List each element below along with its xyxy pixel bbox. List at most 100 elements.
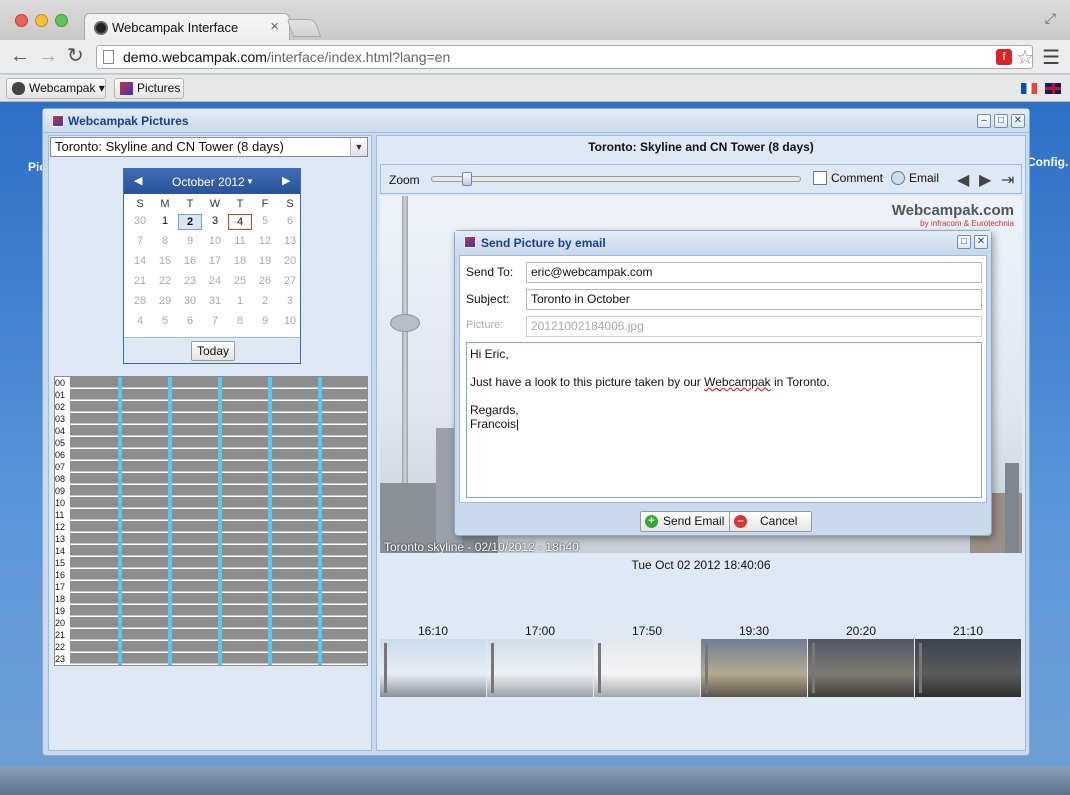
calendar-day[interactable]: 9 [253, 314, 277, 330]
close-icon[interactable]: ✕ [974, 235, 988, 249]
address-bar[interactable]: demo.webcampak.com/interface/index.html?… [96, 45, 1033, 69]
month-dropdown-icon[interactable]: ▼ [246, 177, 254, 186]
calendar-day[interactable]: 18 [228, 254, 252, 270]
source-select[interactable]: Toronto: Skyline and CN Tower (8 days) ▼ [50, 137, 368, 157]
calendar-day[interactable]: 24 [203, 274, 227, 290]
calendar-day[interactable]: 29 [153, 294, 177, 310]
maximize-icon[interactable]: □ [994, 114, 1008, 128]
calendar-day[interactable]: 12 [253, 234, 277, 250]
send-to-input[interactable]: eric@webcampak.com [526, 262, 982, 283]
calendar-day[interactable]: 9 [178, 234, 202, 250]
calendar-day[interactable]: 28 [128, 294, 152, 310]
chevron-down-icon[interactable]: ▼ [350, 138, 367, 156]
close-window-icon[interactable] [15, 14, 28, 27]
calendar-day[interactable]: 10 [278, 314, 302, 330]
today-button[interactable]: Today [191, 341, 235, 361]
bookmark-webcampak[interactable]: Webcampak ▾ [6, 78, 106, 99]
subject-input[interactable]: Toronto in October [526, 289, 982, 310]
minimize-window-icon[interactable] [35, 14, 48, 27]
bookmark-pictures[interactable]: Pictures [114, 78, 184, 99]
calendar-day[interactable]: 30 [128, 214, 152, 230]
thumbnail-tower-shape [384, 643, 387, 693]
thumbnail-image[interactable] [380, 639, 486, 697]
thumbnail-image[interactable] [487, 639, 593, 697]
thumbnail-image[interactable] [915, 639, 1021, 697]
calendar-day[interactable]: 6 [178, 314, 202, 330]
previous-picture-icon[interactable]: ◀ [957, 170, 969, 190]
thumbnail-image[interactable] [701, 639, 807, 697]
menu-icon[interactable]: ☰ [1042, 45, 1060, 70]
thumbnail-image[interactable] [594, 639, 700, 697]
maximize-icon[interactable]: □ [957, 235, 971, 249]
calendar-day[interactable]: 4 [128, 314, 152, 330]
calendar-day[interactable]: 8 [228, 314, 252, 330]
message-textarea[interactable]: Hi Eric, Just have a look to this pictur… [466, 342, 982, 498]
calendar-day[interactable]: 13 [278, 234, 302, 250]
calendar-day[interactable]: 1 [153, 214, 177, 230]
calendar-day[interactable]: 3 [203, 214, 227, 230]
next-picture-icon[interactable]: ▶ [979, 170, 991, 190]
hour-label: 23 [55, 653, 69, 665]
fullscreen-icon[interactable]: ⤢ [1045, 10, 1056, 27]
calendar-day[interactable]: 19 [253, 254, 277, 270]
flash-icon[interactable]: f [996, 49, 1012, 65]
calendar-day[interactable]: 27 [278, 274, 302, 290]
calendar-day[interactable]: 10 [203, 234, 227, 250]
calendar-day[interactable]: 22 [153, 274, 177, 290]
calendar-day[interactable]: 7 [203, 314, 227, 330]
tab-close-icon[interactable]: × [270, 18, 279, 35]
english-flag-icon[interactable] [1045, 83, 1061, 94]
forward-arrow-icon[interactable]: → [38, 44, 58, 68]
calendar-day[interactable]: 8 [153, 234, 177, 250]
previous-month-icon[interactable]: ◀ [134, 174, 142, 187]
calendar-day[interactable]: 17 [203, 254, 227, 270]
new-tab-button[interactable] [286, 19, 322, 37]
reload-icon[interactable]: ↻ [67, 44, 84, 68]
bookmark-star-icon[interactable]: ☆ [1016, 45, 1034, 70]
calendar-day[interactable]: 26 [253, 274, 277, 290]
french-flag-icon[interactable] [1021, 83, 1037, 94]
comment-button[interactable]: Comment [813, 171, 883, 185]
weekday-header: M [160, 198, 170, 210]
calendar-day[interactable]: 23 [178, 274, 202, 290]
calendar-day[interactable]: 7 [128, 234, 152, 250]
calendar-day[interactable]: 20 [278, 254, 302, 270]
calendar-day[interactable]: 2 [253, 294, 277, 310]
calendar-day[interactable]: 6 [278, 214, 302, 230]
webcam-icon [12, 82, 25, 95]
window-titlebar[interactable]: Webcampak Pictures – □ ✕ [43, 109, 1029, 133]
last-picture-icon[interactable]: ⇥ [1001, 170, 1014, 190]
zoom-label: Zoom [389, 173, 420, 187]
calendar-day[interactable]: 21 [128, 274, 152, 290]
calendar-day[interactable]: 5 [153, 314, 177, 330]
calendar-month[interactable]: October 2012 [172, 175, 245, 189]
calendar-day[interactable]: 15 [153, 254, 177, 270]
back-arrow-icon[interactable]: ← [10, 44, 30, 68]
dialog-titlebar[interactable]: Send Picture by email □ ✕ [455, 231, 991, 253]
calendar-day[interactable]: 25 [228, 274, 252, 290]
calendar-day[interactable]: 1 [228, 294, 252, 310]
close-icon[interactable]: ✕ [1011, 114, 1025, 128]
zoom-slider[interactable] [431, 172, 801, 186]
calendar-day[interactable]: 5 [253, 214, 277, 230]
cancel-button[interactable]: – Cancel [729, 511, 813, 532]
minimize-icon[interactable]: – [977, 114, 991, 128]
next-month-icon[interactable]: ▶ [282, 174, 290, 187]
calendar-day[interactable]: 2 [178, 214, 202, 230]
desktop-config-label[interactable]: Config. [1027, 155, 1068, 169]
maximize-window-icon[interactable] [55, 14, 68, 27]
send-to-label: Send To: [466, 265, 514, 279]
calendar-day[interactable]: 16 [178, 254, 202, 270]
calendar-day[interactable]: 31 [203, 294, 227, 310]
browser-tab[interactable]: Webcampak Interface × [84, 13, 290, 41]
calendar-day[interactable]: 11 [228, 234, 252, 250]
email-button[interactable]: Email [891, 171, 939, 185]
calendar-day[interactable]: 4 [228, 214, 252, 230]
thumbnail-image[interactable] [808, 639, 914, 697]
calendar-day[interactable]: 3 [278, 294, 302, 310]
zoom-slider-thumb[interactable] [462, 172, 472, 186]
send-email-button[interactable]: + Send Email [640, 511, 734, 532]
calendar-day[interactable]: 30 [178, 294, 202, 310]
calendar-day[interactable]: 14 [128, 254, 152, 270]
thumbnail-tower-shape [812, 643, 815, 693]
